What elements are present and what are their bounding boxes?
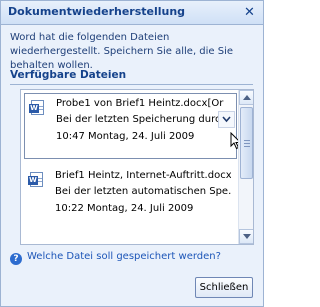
file-time: 10:22 Montag, 24. Juli 2009 [55, 203, 194, 214]
help-link[interactable]: ? Welche Datei soll gespeichert werden? [10, 251, 221, 265]
pane-titlebar: Dokumentwiederherstellung ✕ [1, 1, 263, 25]
section-heading: Verfügbare Dateien [10, 69, 127, 81]
scroll-up-button[interactable] [239, 90, 253, 105]
arrow-down-icon [243, 234, 251, 239]
recovered-files-list[interactable]: W Probe1 von Brief1 Heintz.docx[Or Bei d… [20, 89, 254, 245]
scroll-thumb[interactable] [240, 107, 253, 179]
file-time: 10:47 Montag, 24. Juli 2009 [56, 131, 195, 142]
word-document-icon: W [28, 172, 43, 187]
chevron-down-icon [222, 116, 231, 123]
arrow-up-icon [243, 95, 251, 100]
pane-title: Dokumentwiederherstellung [8, 5, 186, 18]
file-name: Probe1 von Brief1 Heintz.docx[Or [56, 98, 224, 109]
file-item-2[interactable]: W Brief1 Heintz, Internet-Auftritt.docx … [24, 166, 238, 232]
list-scrollbar[interactable] [238, 90, 253, 244]
file-name: Brief1 Heintz, Internet-Auftritt.docx [55, 170, 231, 181]
file-item-1[interactable]: W Probe1 von Brief1 Heintz.docx[Or Bei d… [24, 93, 242, 159]
section-divider [10, 84, 253, 85]
word-document-icon: W [29, 100, 44, 115]
help-link-text[interactable]: Welche Datei soll gespeichert werden? [27, 251, 221, 262]
help-icon: ? [10, 253, 22, 265]
document-recovery-pane: Dokumentwiederherstellung ✕ Word hat die… [0, 0, 264, 307]
file-status: Bei der letzten Speicherung durch [56, 114, 227, 125]
file-menu-dropdown-button[interactable] [218, 111, 235, 128]
scroll-down-button[interactable] [239, 229, 253, 244]
intro-text: Word hat die folgenden Dateien wiederher… [10, 32, 234, 71]
close-pane-button[interactable]: ✕ [241, 4, 258, 21]
close-button[interactable]: Schließen [195, 277, 253, 298]
file-status: Bei der letzten automatischen Spe... [55, 186, 231, 197]
